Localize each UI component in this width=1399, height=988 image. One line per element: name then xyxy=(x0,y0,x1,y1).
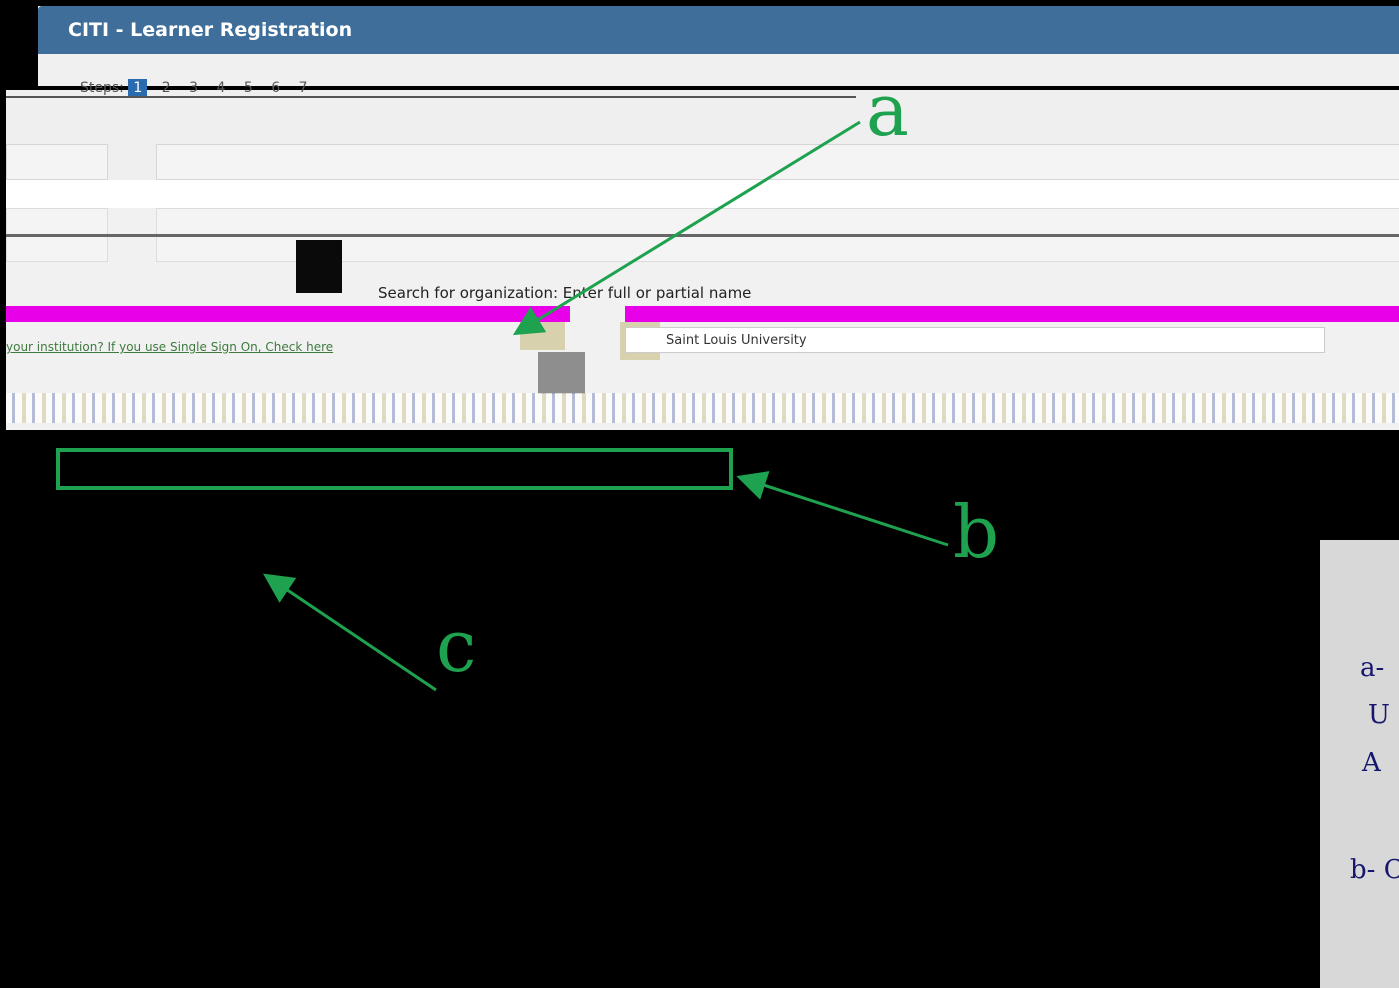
arrow-c xyxy=(263,573,437,692)
legend-line: A xyxy=(1362,748,1381,778)
annotation-label-b: b xyxy=(953,490,1000,574)
arrow-b xyxy=(736,471,949,547)
legend-panel: a- U A b- C xyxy=(1320,540,1399,988)
arrow-a xyxy=(512,120,861,336)
legend-line: b- C xyxy=(1350,855,1399,885)
annotation-label-c: c xyxy=(436,604,477,688)
legend-line: U xyxy=(1368,700,1390,730)
annotation-arrows xyxy=(263,120,949,692)
annotation-label-a: a xyxy=(866,68,909,152)
legend-line: a- xyxy=(1360,653,1385,683)
